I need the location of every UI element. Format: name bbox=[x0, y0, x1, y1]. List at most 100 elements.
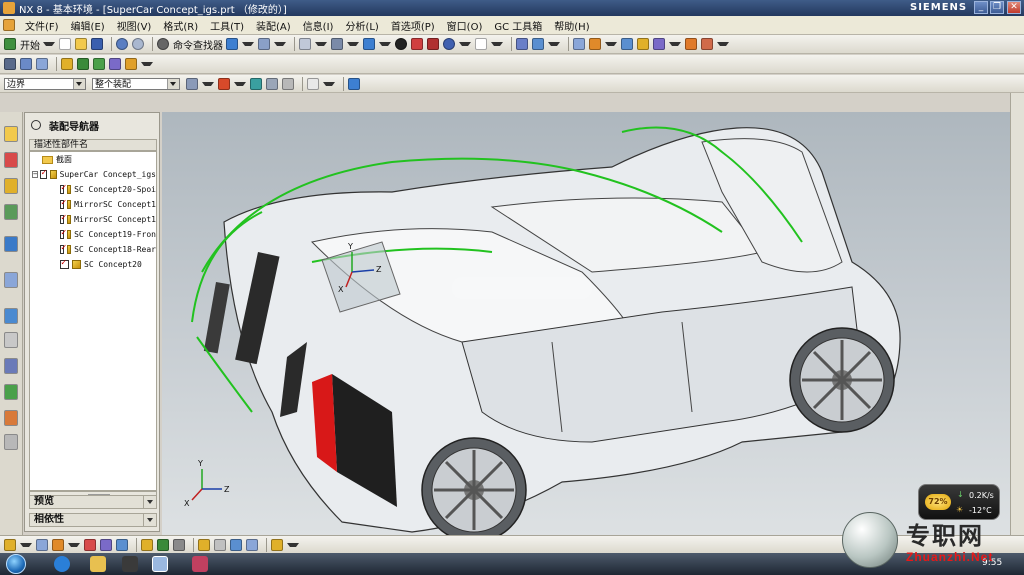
render-ball-icon[interactable] bbox=[395, 38, 407, 50]
analysis-icon[interactable] bbox=[621, 38, 633, 50]
dropdown-icon[interactable] bbox=[242, 42, 254, 46]
feature-cube-icon[interactable] bbox=[36, 58, 48, 70]
blend-icon[interactable] bbox=[93, 58, 105, 70]
arrow-icon[interactable] bbox=[250, 77, 262, 90]
menu-analysis[interactable]: 分析(L) bbox=[339, 18, 384, 33]
sketch-icon[interactable] bbox=[4, 58, 16, 70]
graphics-window[interactable]: Y Z X Y Z X bbox=[162, 112, 1010, 535]
tree-row-child[interactable]: MirrorSC Concept1 bbox=[30, 197, 156, 212]
wcs-icon[interactable] bbox=[589, 38, 601, 50]
shaded-cube-icon[interactable] bbox=[363, 38, 375, 50]
dropdown-icon[interactable] bbox=[20, 542, 32, 547]
media-player-icon[interactable] bbox=[122, 556, 138, 572]
visibility-checkbox[interactable] bbox=[60, 198, 66, 209]
preview-panel-header[interactable]: 预览 bbox=[29, 495, 157, 509]
snap-point-icon[interactable] bbox=[218, 77, 230, 90]
menu-assembly[interactable]: 装配(A) bbox=[250, 18, 297, 33]
curve-icon[interactable] bbox=[84, 538, 96, 551]
dropdown-icon[interactable] bbox=[347, 42, 359, 46]
menu-tools[interactable]: 工具(T) bbox=[204, 18, 250, 33]
internet-explorer-icon[interactable] bbox=[54, 556, 70, 572]
close-button[interactable]: ✕ bbox=[1007, 1, 1021, 14]
command-finder-button[interactable]: 命令查找器 bbox=[157, 36, 223, 52]
dropdown-icon[interactable] bbox=[287, 542, 299, 547]
snap-end-icon[interactable] bbox=[198, 538, 210, 551]
dropdown-icon[interactable] bbox=[491, 42, 503, 46]
dependency-panel-header[interactable]: 相依性 bbox=[29, 513, 157, 527]
menu-info[interactable]: 信息(I) bbox=[297, 18, 340, 33]
menu-help[interactable]: 帮助(H) bbox=[548, 18, 595, 33]
minimize-button[interactable]: _ bbox=[974, 1, 988, 14]
select-arrow-icon[interactable] bbox=[4, 538, 16, 551]
lasso-icon[interactable] bbox=[36, 538, 48, 551]
visibility-checkbox[interactable] bbox=[60, 183, 66, 194]
system-scenes-tab-icon[interactable] bbox=[4, 434, 18, 450]
chamfer-icon[interactable] bbox=[109, 58, 121, 70]
dropdown-icon[interactable] bbox=[274, 42, 286, 46]
point-icon[interactable] bbox=[52, 538, 64, 551]
menu-window[interactable]: 窗口(O) bbox=[441, 18, 489, 33]
snap-icon[interactable] bbox=[653, 38, 665, 50]
offset-icon[interactable] bbox=[173, 538, 185, 551]
nx-task-icon[interactable] bbox=[152, 556, 168, 572]
layer-icon[interactable] bbox=[331, 38, 343, 50]
chevron-down-icon[interactable] bbox=[143, 514, 156, 526]
process-studio-tab-icon[interactable] bbox=[4, 358, 18, 374]
dropdown-icon[interactable] bbox=[141, 62, 153, 66]
select-body-icon[interactable] bbox=[282, 77, 294, 90]
assembly-tool-icon[interactable] bbox=[271, 538, 283, 551]
undo-icon[interactable] bbox=[116, 38, 128, 50]
rectangle-select-icon[interactable] bbox=[307, 77, 319, 90]
start-dropdown-icon[interactable] bbox=[43, 42, 55, 46]
dropdown-icon[interactable] bbox=[68, 542, 80, 547]
ruler-icon[interactable] bbox=[701, 38, 713, 50]
blue-cube-icon[interactable] bbox=[348, 77, 360, 90]
web-browser-tab-icon[interactable] bbox=[4, 236, 18, 252]
constraint-navigator-tab-icon[interactable] bbox=[4, 178, 18, 194]
tree-row-child[interactable]: MirrorSC Concept1 bbox=[30, 212, 156, 227]
curve-analysis-icon[interactable] bbox=[685, 38, 697, 50]
start-orb-icon[interactable] bbox=[6, 554, 26, 574]
new-file-icon[interactable] bbox=[59, 38, 71, 50]
type-filter-select[interactable]: 边界 bbox=[4, 77, 86, 90]
dropdown-icon[interactable] bbox=[605, 42, 617, 46]
snap-grid-icon[interactable] bbox=[246, 538, 258, 551]
part-dark-icon[interactable] bbox=[427, 38, 439, 50]
snap-mid-icon[interactable] bbox=[214, 538, 226, 551]
measure-icon[interactable] bbox=[637, 38, 649, 50]
filter-icon[interactable] bbox=[186, 77, 198, 90]
dropdown-icon[interactable] bbox=[323, 81, 335, 86]
fit-view-icon[interactable] bbox=[299, 38, 311, 50]
extrude-icon[interactable] bbox=[20, 58, 32, 70]
pin-icon[interactable] bbox=[31, 120, 41, 130]
column-header[interactable]: 描述性部件名 bbox=[29, 139, 157, 151]
dropdown-icon[interactable] bbox=[548, 42, 560, 46]
section-view-icon[interactable] bbox=[516, 38, 528, 50]
display-box-icon[interactable] bbox=[475, 38, 487, 50]
transform-icon[interactable] bbox=[258, 38, 270, 50]
clock-tab-icon[interactable] bbox=[4, 308, 18, 324]
tree-row-root[interactable]: − SuperCar Concept_igs bbox=[30, 167, 156, 182]
tree-row-child[interactable]: SC Concept19-Fron bbox=[30, 227, 156, 242]
tree-row-child[interactable]: SC Concept18-Rear bbox=[30, 242, 156, 257]
visibility-checkbox[interactable] bbox=[60, 243, 66, 254]
system-materials-tab-icon[interactable] bbox=[4, 332, 18, 348]
reuse-library-tab-icon[interactable] bbox=[4, 204, 18, 220]
orient-icon[interactable] bbox=[532, 38, 544, 50]
sphere-icon[interactable] bbox=[443, 38, 455, 50]
edit-icon[interactable] bbox=[141, 538, 153, 551]
history-tab-icon[interactable] bbox=[4, 272, 18, 288]
cube-select-icon[interactable] bbox=[226, 38, 238, 50]
menu-preferences[interactable]: 首选项(P) bbox=[385, 18, 441, 33]
menu-gc-toolbox[interactable]: GC 工具箱 bbox=[488, 18, 548, 33]
spline-icon[interactable] bbox=[100, 538, 112, 551]
vertical-scrollbar[interactable] bbox=[1010, 93, 1024, 535]
redo-icon[interactable] bbox=[132, 38, 144, 50]
open-folder-icon[interactable] bbox=[75, 38, 87, 50]
dropdown-icon[interactable] bbox=[717, 42, 729, 46]
move-icon[interactable] bbox=[157, 538, 169, 551]
roles-tab-icon[interactable] bbox=[4, 410, 18, 426]
assembly-icon[interactable] bbox=[573, 38, 585, 50]
menu-format[interactable]: 格式(R) bbox=[157, 18, 204, 33]
snap-center-icon[interactable] bbox=[230, 538, 242, 551]
